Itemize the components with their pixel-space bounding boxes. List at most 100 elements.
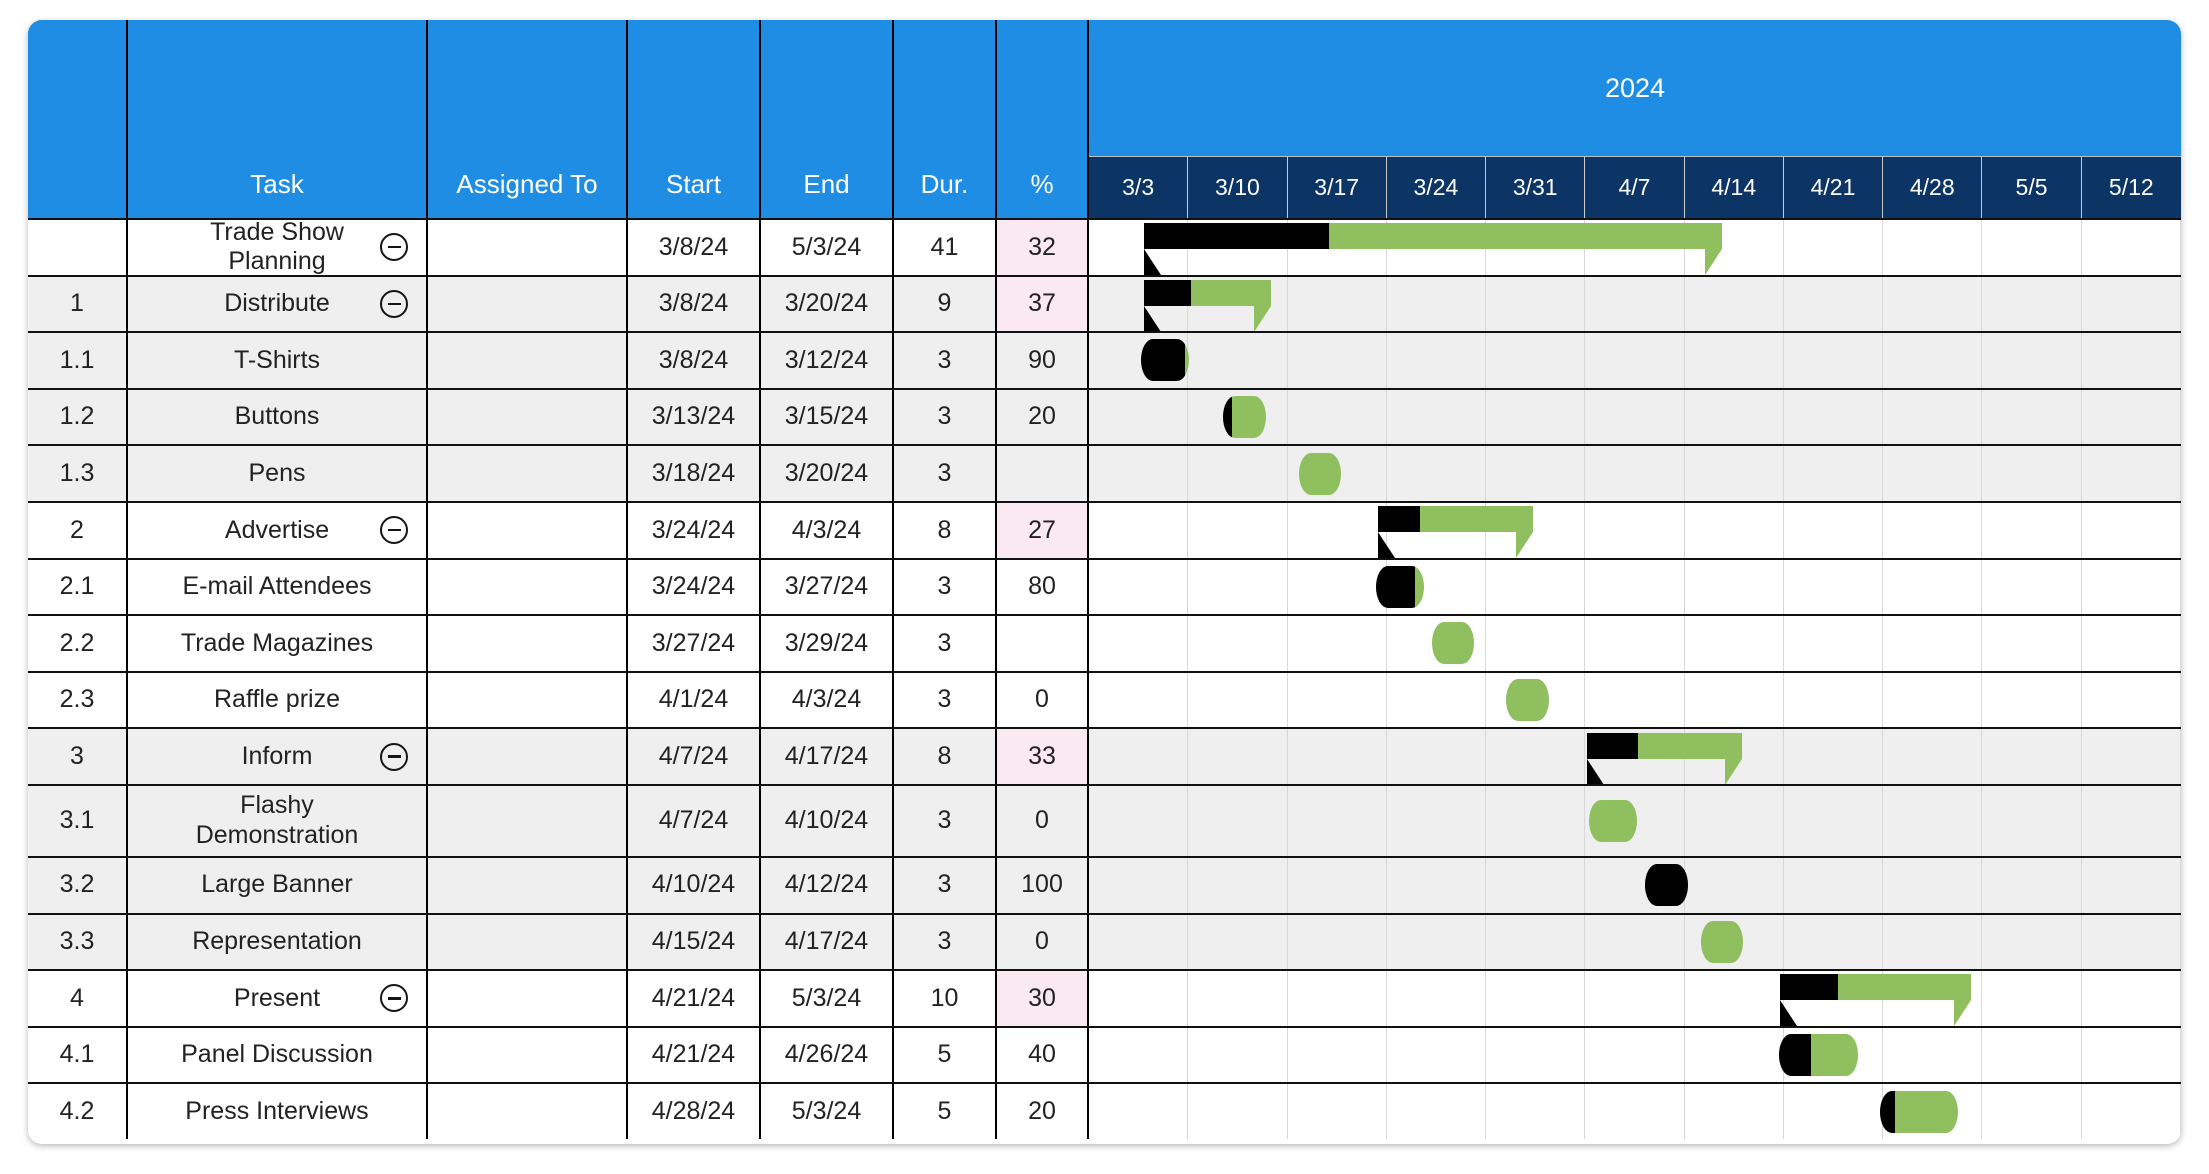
circle-minus-icon[interactable] [380,742,408,771]
cell-dur[interactable]: 3 [894,785,997,856]
cell-end[interactable]: 3/27/24 [761,559,894,615]
cell-pct[interactable] [997,616,1089,671]
gantt-summary-bar[interactable] [1378,506,1534,559]
cell-wbs[interactable]: 4 [28,971,128,1026]
cell-wbs[interactable] [28,220,128,275]
gantt-task-bar[interactable] [1644,864,1689,907]
cell-wbs[interactable]: 4.1 [28,1027,128,1083]
cell-pct[interactable]: 32 [997,220,1089,275]
cell-end[interactable]: 4/3/24 [761,502,894,558]
circle-minus-icon[interactable] [380,233,408,262]
column-header-start[interactable]: Start [628,20,761,218]
table-row[interactable]: 4.2 Press Interviews 4/28/24 5/3/24 5 20 [28,1082,2181,1139]
table-row[interactable]: 2.2 Trade Magazines 3/27/24 3/29/24 3 [28,614,2181,671]
cell-dur[interactable]: 5 [894,1084,997,1139]
cell-start[interactable]: 4/28/24 [628,1084,761,1139]
cell-start[interactable]: 4/7/24 [628,785,761,856]
cell-end[interactable]: 4/12/24 [761,857,894,913]
cell-task-name[interactable]: Trade Show Planning [128,218,428,275]
gantt-task-bar[interactable] [1700,920,1744,963]
cell-wbs[interactable]: 3 [28,729,128,784]
cell-owner[interactable] [428,785,628,856]
cell-pct[interactable]: 0 [997,785,1089,856]
cell-end[interactable]: 4/17/24 [761,729,894,784]
cell-dur[interactable]: 3 [894,333,997,388]
cell-start[interactable]: 3/8/24 [628,333,761,388]
cell-wbs[interactable]: 4.2 [28,1084,128,1139]
cell-wbs[interactable]: 1.3 [28,446,128,501]
cell-end[interactable]: 4/3/24 [761,672,894,728]
table-row[interactable]: 1.2 Buttons 3/13/24 3/15/24 3 20 [28,387,2181,445]
timeline-cell[interactable] [1089,446,2181,501]
cell-owner[interactable] [428,729,628,784]
timeline-cell[interactable] [1089,389,2181,445]
gantt-task-bar[interactable] [1431,622,1475,665]
gantt-task-bar[interactable] [1376,565,1425,608]
cell-owner[interactable] [428,502,628,558]
cell-dur[interactable]: 8 [894,502,997,558]
cell-wbs[interactable]: 1.1 [28,333,128,388]
cell-end[interactable]: 5/3/24 [761,220,894,275]
cell-task-name[interactable]: Inform [128,729,428,784]
cell-dur[interactable]: 10 [894,971,997,1026]
cell-owner[interactable] [428,333,628,388]
cell-task-name[interactable]: Press Interviews [128,1084,428,1139]
cell-start[interactable]: 4/7/24 [628,729,761,784]
gantt-summary-bar[interactable] [1143,223,1723,276]
column-header-owner[interactable]: Assigned To [428,20,628,218]
cell-start[interactable]: 4/10/24 [628,857,761,913]
table-row[interactable]: 3.1 Flashy Demonstration 4/7/24 4/10/24 3 0 [28,783,2181,856]
column-header-task[interactable]: Task [128,20,428,218]
cell-pct[interactable]: 80 [997,559,1089,615]
gantt-summary-bar[interactable] [1586,732,1742,785]
cell-owner[interactable] [428,857,628,913]
cell-task-name[interactable]: Buttons [128,389,428,445]
gantt-task-bar[interactable] [1141,339,1190,382]
cell-end[interactable]: 4/10/24 [761,785,894,856]
cell-start[interactable]: 4/15/24 [628,914,761,970]
cell-dur[interactable]: 3 [894,446,997,501]
gantt-summary-bar[interactable] [1143,279,1272,332]
cell-wbs[interactable]: 3.3 [28,914,128,970]
cell-end[interactable]: 3/20/24 [761,276,894,332]
timeline-cell[interactable] [1089,729,2181,785]
cell-dur[interactable]: 5 [894,1027,997,1083]
timeline-cell[interactable] [1089,502,2181,559]
cell-dur[interactable]: 9 [894,276,997,332]
cell-task-name[interactable]: Representation [128,914,428,970]
cell-end[interactable]: 3/15/24 [761,389,894,445]
cell-owner[interactable] [428,616,628,671]
column-header-pct[interactable]: % [997,20,1089,218]
cell-owner[interactable] [428,1084,628,1139]
table-row[interactable]: 3 Inform 4/7/24 4/17/24 8 33 [28,727,2181,785]
timeline-cell[interactable] [1089,616,2181,671]
cell-pct[interactable] [997,446,1089,501]
cell-pct[interactable]: 33 [997,729,1089,784]
cell-wbs[interactable]: 2.1 [28,559,128,615]
table-row[interactable]: 2.3 Raffle prize 4/1/24 4/3/24 3 0 [28,670,2181,728]
gantt-task-bar[interactable] [1298,452,1342,495]
cell-owner[interactable] [428,559,628,615]
cell-pct[interactable]: 27 [997,502,1089,558]
cell-start[interactable]: 3/8/24 [628,276,761,332]
cell-wbs[interactable]: 2 [28,502,128,558]
timeline-cell[interactable] [1089,971,2181,1027]
timeline-cell[interactable] [1089,672,2181,728]
cell-task-name[interactable]: E-mail Attendees [128,559,428,615]
cell-owner[interactable] [428,971,628,1026]
circle-minus-icon[interactable] [380,289,408,318]
timeline-cell[interactable] [1089,220,2181,276]
timeline-cell[interactable] [1089,559,2181,615]
table-row[interactable]: 1 Distribute 3/8/24 3/20/24 9 37 [28,274,2181,332]
cell-dur[interactable]: 8 [894,729,997,784]
cell-start[interactable]: 3/18/24 [628,446,761,501]
timeline-cell[interactable] [1089,1027,2181,1083]
gantt-task-bar[interactable] [1879,1090,1959,1133]
cell-wbs[interactable]: 1.2 [28,389,128,445]
cell-dur[interactable]: 3 [894,616,997,671]
timeline-cell[interactable] [1089,785,2181,856]
cell-pct[interactable]: 30 [997,971,1089,1026]
gantt-task-bar[interactable] [1779,1034,1858,1077]
cell-task-name[interactable]: Flashy Demonstration [128,785,428,856]
cell-task-name[interactable]: Large Banner [128,857,428,913]
